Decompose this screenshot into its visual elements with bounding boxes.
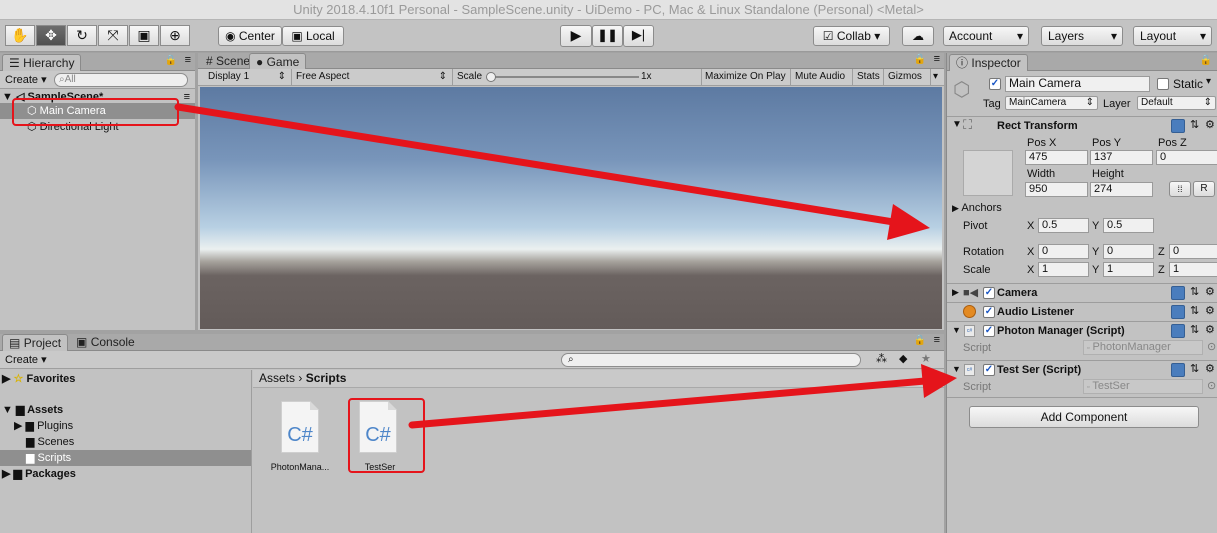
- annotation-arrow-to-viewport: [174, 103, 930, 240]
- annotation-arrows: [174, 103, 957, 429]
- annotation-arrow-to-inspector: [408, 364, 957, 429]
